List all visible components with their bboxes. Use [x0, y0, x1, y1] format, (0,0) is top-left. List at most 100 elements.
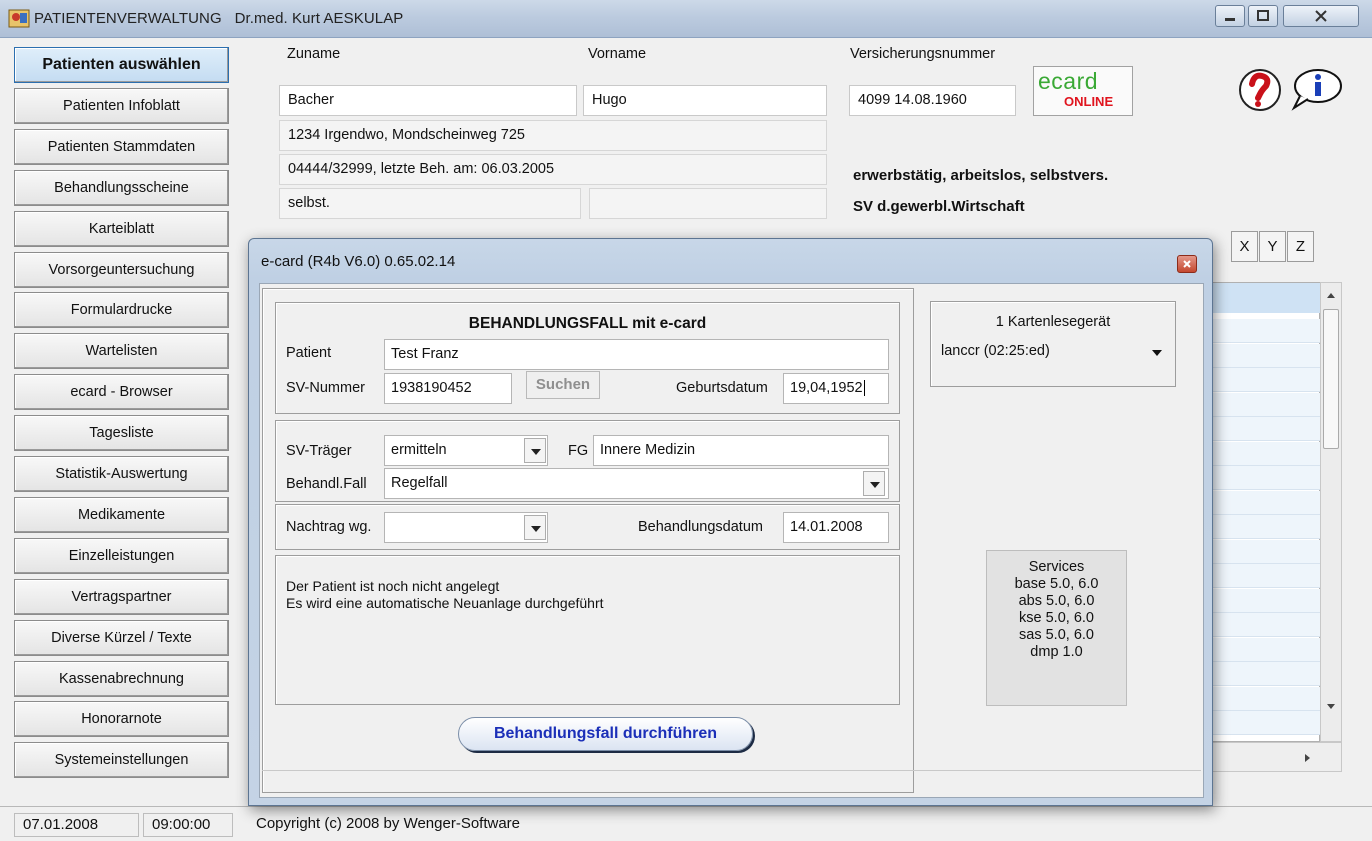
list-row[interactable]: [1196, 515, 1320, 539]
list-row[interactable]: [1196, 686, 1320, 711]
ecard-online-button[interactable]: ecard ONLINE: [1033, 66, 1133, 116]
fg-field[interactable]: Innere Medizin: [593, 435, 889, 466]
fall-dropdown-icon[interactable]: [863, 471, 885, 496]
message-group: Der Patient ist noch nicht angelegt Es w…: [275, 555, 900, 705]
sidebar-item-tagesliste[interactable]: Tagesliste: [14, 415, 229, 452]
scroll-up-icon[interactable]: [1326, 291, 1336, 299]
reader-dropdown-icon[interactable]: [1151, 349, 1163, 357]
dialog-heading: BEHANDLUNGSFALL mit e-card: [468, 315, 707, 332]
vorname-field[interactable]: Hugo: [583, 85, 827, 116]
list-row[interactable]: [1196, 392, 1320, 417]
sidebar-item-patienten-auswählen[interactable]: Patienten auswählen: [14, 47, 229, 83]
list-row[interactable]: [1196, 588, 1320, 613]
letter-y-button[interactable]: Y: [1259, 231, 1286, 262]
list-row[interactable]: [1196, 490, 1320, 515]
list-row[interactable]: [1196, 564, 1320, 588]
zuname-field[interactable]: Bacher: [279, 85, 577, 116]
list-row[interactable]: [1196, 417, 1320, 441]
list-row[interactable]: [1196, 711, 1320, 735]
app-icon: [8, 9, 30, 28]
minimize-button[interactable]: [1215, 5, 1245, 27]
ecard-online-text: ONLINE: [1064, 94, 1114, 109]
extra-field: [589, 188, 827, 219]
service-line: abs 5.0, 6.0: [1018, 593, 1095, 609]
letter-z-button[interactable]: Z: [1287, 231, 1314, 262]
sidebar-item-vertragspartner[interactable]: Vertragspartner: [14, 578, 229, 615]
help-icon[interactable]: [1236, 66, 1284, 114]
sidebar-item-honorarnote[interactable]: Honorarnote: [14, 701, 229, 738]
message-line-2: Es wird eine automatische Neuanlage durc…: [286, 595, 604, 611]
vsnr-field[interactable]: 4099 14.08.1960: [849, 85, 1016, 116]
vorname-label: Vorname: [588, 46, 647, 62]
fg-label: FG: [568, 443, 589, 459]
scroll-thumb[interactable]: [1323, 309, 1339, 449]
fall-label: Behandl.Fall: [286, 476, 367, 492]
nachtrag-dropdown-icon[interactable]: [524, 515, 546, 540]
scroll-down-icon[interactable]: [1326, 703, 1336, 711]
sidebar-item-einzelleistungen[interactable]: Einzelleistungen: [14, 537, 229, 574]
category-text: erwerbstätig, arbeitslos, selbstvers.: [853, 167, 1109, 184]
sidebar-item-ecard-browser[interactable]: ecard - Browser: [14, 374, 229, 411]
close-icon: [1183, 260, 1191, 268]
bdate-field[interactable]: 14.01.2008: [783, 512, 889, 543]
case-panel: BEHANDLUNGSFALL mit e-card Patient Test …: [262, 288, 914, 793]
status-time: 09:00:00: [143, 813, 233, 837]
services-panel: Services base 5.0, 6.0 abs 5.0, 6.0 kse …: [986, 550, 1127, 706]
phone-field: 04444/32999, letzte Beh. am: 06.03.2005: [279, 154, 827, 185]
service-line: sas 5.0, 6.0: [1019, 627, 1094, 643]
birthdate-field[interactable]: 19,04,1952: [783, 373, 889, 404]
dialog-close-button[interactable]: [1177, 255, 1197, 273]
list-row[interactable]: [1196, 637, 1320, 662]
list-row[interactable]: [1196, 662, 1320, 686]
patient-name-field[interactable]: Test Franz: [384, 339, 889, 370]
address-field: 1234 Irgendwo, Mondscheinweg 725: [279, 120, 827, 151]
sidebar-item-vorsorgeuntersuchung[interactable]: Vorsorgeuntersuchung: [14, 251, 229, 288]
minimize-icon: [1225, 18, 1235, 21]
fall-select[interactable]: Regelfall: [384, 468, 889, 499]
list-row[interactable]: [1196, 368, 1320, 392]
sidebar-item-karteiblatt[interactable]: Karteiblatt: [14, 210, 229, 247]
svnr-field[interactable]: 1938190452: [384, 373, 512, 404]
ecard-logo-text: ecard: [1038, 68, 1099, 94]
sidebar-item-patienten-infoblatt[interactable]: Patienten Infoblatt: [14, 87, 229, 124]
sidebar-item-behandlungsscheine[interactable]: Behandlungsscheine: [14, 169, 229, 206]
letter-x-button[interactable]: X: [1231, 231, 1258, 262]
info-icon[interactable]: [1290, 66, 1344, 112]
sidebar-item-systemeinstellungen[interactable]: Systemeinstellungen: [14, 742, 229, 779]
search-button[interactable]: Suchen: [526, 371, 600, 399]
window-title: PATIENTENVERWALTUNG Dr.med. Kurt AESKULA…: [34, 10, 404, 27]
status-date: 07.01.2008: [14, 813, 139, 837]
list-row[interactable]: [1196, 319, 1320, 343]
insurer-text: SV d.gewerbl.Wirtschaft: [853, 198, 1025, 215]
svtraeger-dropdown-icon[interactable]: [524, 438, 546, 463]
start-case-button[interactable]: Behandlungsfall durchführen: [458, 717, 753, 751]
reader-select[interactable]: lanccr (02:25:ed): [941, 343, 1050, 359]
status-copyright: Copyright (c) 2008 by Wenger-Software: [256, 815, 521, 832]
status-bar: 07.01.2008 09:00:00 Copyright (c) 2008 b…: [0, 806, 1372, 841]
list-row[interactable]: [1196, 466, 1320, 490]
sidebar-item-statistik-auswertung[interactable]: Statistik-Auswertung: [14, 456, 229, 492]
horizontal-scrollbar[interactable]: [1195, 742, 1342, 772]
status-field: selbst.: [279, 188, 581, 219]
service-line: kse 5.0, 6.0: [1019, 610, 1094, 626]
list-row[interactable]: [1196, 441, 1320, 466]
sidebar-item-patienten-stammdaten[interactable]: Patienten Stammdaten: [14, 128, 229, 165]
close-button[interactable]: [1283, 5, 1359, 27]
sidebar-item-wartelisten[interactable]: Wartelisten: [14, 333, 229, 370]
patient-list[interactable]: [1195, 282, 1320, 742]
sidebar-item-diverse-kürzel-texte[interactable]: Diverse Kürzel / Texte: [14, 619, 229, 656]
sidebar-item-medikamente[interactable]: Medikamente: [14, 496, 229, 533]
list-row[interactable]: [1196, 539, 1320, 564]
list-row[interactable]: [1196, 343, 1320, 368]
vertical-scrollbar[interactable]: [1320, 282, 1342, 742]
reader-title: 1 Kartenlesegerät: [995, 314, 1111, 330]
list-row[interactable]: [1196, 613, 1320, 637]
maximize-button[interactable]: [1248, 5, 1278, 27]
scroll-right-icon[interactable]: [1304, 753, 1312, 763]
sidebar-item-formulardrucke[interactable]: Formulardrucke: [14, 292, 229, 329]
close-icon: [1315, 10, 1327, 22]
sidebar-item-kassenabrechnung[interactable]: Kassenabrechnung: [14, 660, 229, 697]
patient-label: Patient: [286, 345, 332, 361]
vsnr-label: Versicherungsnummer: [850, 46, 996, 62]
ecard-dialog: e-card (R4b V6.0) 0.65.02.14 BEHANDLUNGS…: [248, 238, 1213, 806]
